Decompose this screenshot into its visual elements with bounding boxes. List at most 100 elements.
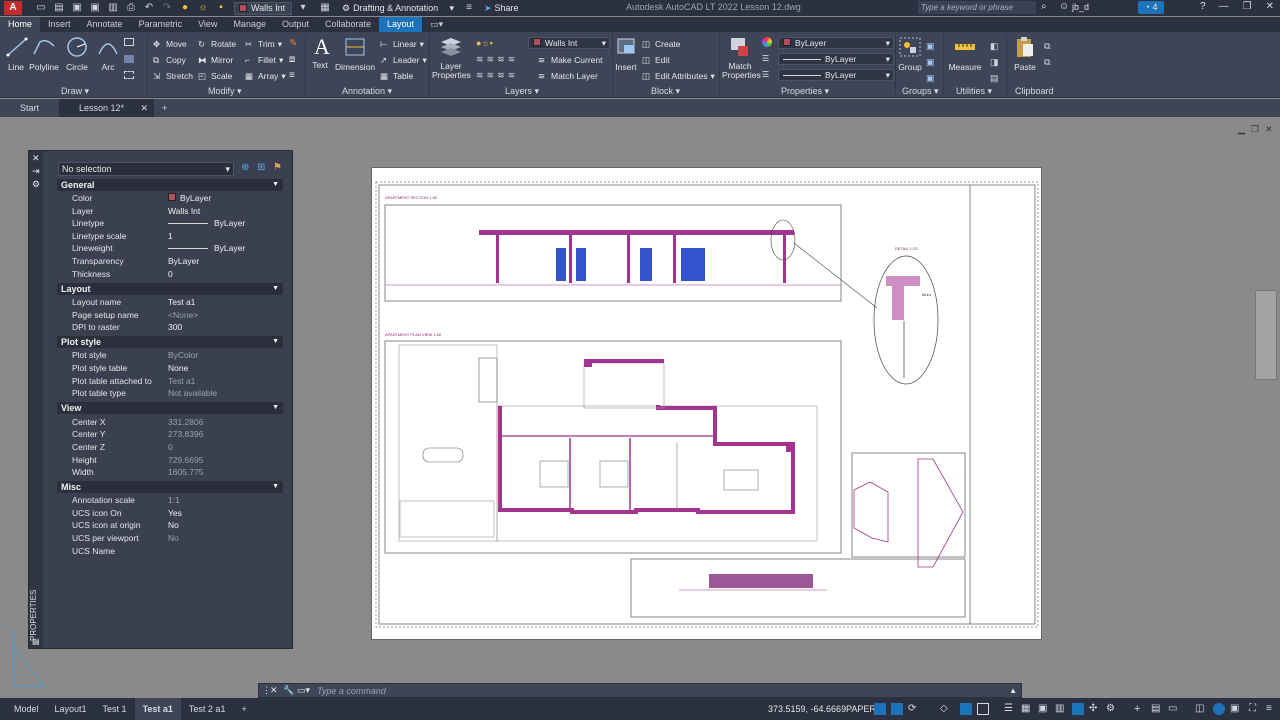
tab-manage[interactable]: Manage [225,17,274,32]
notification-badge[interactable]: ◔ 4 [1138,1,1164,14]
share-button[interactable]: ➤ Share [484,3,519,14]
quick-properties-icon[interactable]: ▣ [1038,703,1050,715]
prop-row-ucs-per-viewport[interactable]: UCS per viewport No [57,532,283,544]
ribbon-toggle-icon[interactable]: ▭▾ [422,17,451,32]
selection-cycling-icon[interactable] [977,703,989,715]
workspace-switch-icon[interactable]: ⚙ [1106,703,1118,715]
prop-row-plot-style[interactable]: Plot style ByColor [57,349,283,361]
select-objects-icon[interactable]: ⊞ [257,162,265,173]
app-logo-icon[interactable]: A [4,1,22,15]
prop-row-lineweight[interactable]: Lineweight ByLayer [57,242,283,254]
lineweight-dropdown[interactable]: ByLayer ▾ [778,69,894,81]
file-tab-start[interactable]: Start [0,99,59,117]
add-icon[interactable]: + [1134,703,1146,715]
close-drawing-icon[interactable]: ✕ [1265,124,1273,135]
color-dropdown[interactable]: ByLayer ▾ [778,37,894,49]
arc-button[interactable]: Arc [96,36,120,72]
section-layout[interactable]: Layout ▼ [57,283,283,295]
prop-row-annotation-scale[interactable]: Annotation scale 1:1 [57,494,283,506]
layer-properties-button[interactable]: Layer Properties [432,36,471,80]
group-tools-icons[interactable]: ▣ ▣ ▣ [926,38,935,86]
customization-icon[interactable]: ≡ [1266,703,1278,715]
osnap-icon[interactable]: ◇ [940,703,952,715]
hardware-acceleration-icon[interactable]: ▤ [1151,703,1163,715]
measure-button[interactable]: Measure [948,36,982,72]
section-misc[interactable]: Misc ▼ [57,481,283,493]
explode-icon[interactable]: ⧈ [289,54,295,65]
sun-icon[interactable]: ☼ [196,2,210,14]
lock-ui-icon[interactable]: ▥ [1055,703,1067,715]
restore-icon[interactable]: ❐ [1243,1,1252,12]
prop-row-linetype[interactable]: Linetype ByLayer [57,217,283,229]
linear-button[interactable]: ⊢ Linear ▾ [380,38,424,50]
selection-dropdown[interactable]: No selection ▾ [58,162,234,176]
prop-row-center-x[interactable]: Center X 331.2806 [57,416,283,428]
paper-space-toggle[interactable]: PAPER [846,704,876,714]
utilities-panel-label[interactable]: Utilities ▾ [956,86,992,97]
layout-paper-sheet[interactable]: APARTMENT SECTION 1:50 DETAIL 1:20 Muro … [371,167,1042,640]
make-current-button[interactable]: ≋ Make Current [538,54,603,66]
dimension-button[interactable]: Dimension [335,36,375,72]
copy-button[interactable]: ⧉ Copy [153,54,186,66]
file-tab-lesson12[interactable]: Lesson 12* ✕ [59,99,155,117]
user-icon[interactable]: ☺ [1059,1,1069,12]
close-tab-icon[interactable]: ✕ [141,99,149,117]
paste-button[interactable]: Paste [1012,36,1038,72]
tab-test-a1[interactable]: Test a1 [134,698,181,720]
restore-drawing-icon[interactable]: ❐ [1251,124,1259,135]
recent-commands-icon[interactable]: ▭▾ [297,685,310,696]
offset-icon[interactable]: ≡ [289,70,295,81]
table-button[interactable]: ▦ Table [380,70,413,82]
prop-row-thickness[interactable]: Thickness 0 [57,268,283,280]
prop-row-transparency[interactable]: Transparency ByLayer [57,255,283,267]
customize-icon[interactable]: ≡ [462,2,476,14]
tab-layout1[interactable]: Layout1 [47,698,95,720]
prop-row-linetype-scale[interactable]: Linetype scale 1 [57,230,283,242]
add-layout-button[interactable]: + [233,698,254,720]
workspace-combo[interactable]: ⚙ Drafting & Annotation ▾ [338,2,458,15]
line-button[interactable]: Line [5,36,28,72]
new-tab-button[interactable]: + [154,99,175,117]
tab-collaborate[interactable]: Collaborate [317,17,379,32]
prop-row-plot-table-attached[interactable]: Plot table attached to Test a1 [57,375,283,387]
save-icon[interactable]: ▣ [70,2,84,14]
insert-button[interactable]: Insert [614,36,638,72]
save-as-icon[interactable]: ▣ [88,2,102,14]
boundary-icon[interactable] [124,71,134,79]
snap-icon[interactable] [891,703,903,715]
color-wheel-icon[interactable] [762,37,772,47]
dropdown-icon[interactable]: ▾ [296,2,310,14]
minimize-icon[interactable]: — [1219,1,1229,12]
edit-attributes-button[interactable]: ◫ Edit Attributes ▾ [642,70,715,82]
prop-row-plot-style-table[interactable]: Plot style table None [57,362,283,374]
prop-row-layout-name[interactable]: Layout name Test a1 [57,296,283,308]
layers-panel-label[interactable]: Layers ▾ [505,86,539,97]
expand-history-icon[interactable]: ▲ [1009,686,1017,695]
close-command-icon[interactable]: ✕ [270,685,278,696]
prop-row-page-setup[interactable]: Page setup name <None> [57,309,283,321]
rectangle-icon[interactable] [124,38,134,46]
coordinate-readout[interactable]: 373.5159, -64.6669 [768,704,846,714]
help-icon[interactable]: ? [1200,1,1206,12]
layer-state-icons[interactable]: ●☼▪ [476,38,493,48]
modify-panel-label[interactable]: Modify ▾ [208,86,242,97]
palette-settings-icon[interactable]: ⚙ [32,179,40,190]
tab-model[interactable]: Model [0,698,47,720]
array-button[interactable]: ▦ Array ▾ [245,70,286,82]
customize-command-icon[interactable]: 🔧 [283,685,294,696]
section-plot-style[interactable]: Plot style ▼ [57,336,283,348]
print-icon[interactable]: ⎙ [124,2,138,14]
clean-screen-icon[interactable]: ▭ [1168,703,1180,715]
prop-row-layer[interactable]: Layer Walls Int [57,205,283,217]
edit-block-button[interactable]: ◫ Edit [642,54,670,66]
fullscreen-icon[interactable]: ⛶ [1249,703,1261,715]
prop-row-center-y[interactable]: Center Y 273.8396 [57,428,283,440]
tab-annotate[interactable]: Annotate [79,17,131,32]
prop-row-dpi[interactable]: DPI to raster 300 [57,321,283,333]
scale-button[interactable]: ◰ Scale [198,70,232,82]
hatch-icon[interactable] [124,55,134,63]
block-panel-label[interactable]: Block ▾ [651,86,680,97]
command-line[interactable]: ⋮ ✕ 🔧 ▭▾ Type a command ▲ [258,683,1022,698]
section-view[interactable]: View ▼ [57,402,283,414]
mirror-button[interactable]: ⧓ Mirror [198,54,233,66]
